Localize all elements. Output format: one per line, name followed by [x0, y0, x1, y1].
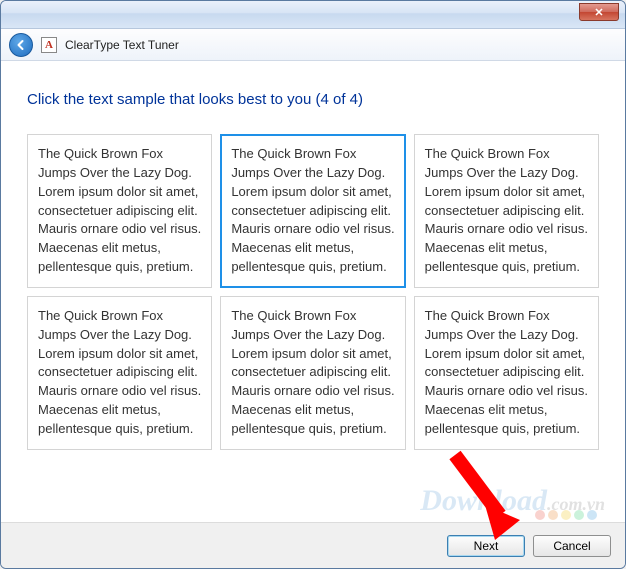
text-sample-3[interactable]: The Quick Brown Fox Jumps Over the Lazy … [414, 134, 599, 288]
cancel-button[interactable]: Cancel [533, 535, 611, 557]
content-area: Click the text sample that looks best to… [1, 61, 625, 522]
sample-text: The Quick Brown Fox Jumps Over the Lazy … [425, 308, 588, 436]
back-button[interactable] [9, 33, 33, 57]
footer-bar: Next Cancel [1, 522, 625, 568]
next-button-label: Next [474, 539, 499, 553]
text-sample-6[interactable]: The Quick Brown Fox Jumps Over the Lazy … [414, 296, 599, 450]
titlebar: ✕ [1, 1, 625, 29]
app-icon: A [41, 37, 57, 53]
instruction-text: Click the text sample that looks best to… [27, 91, 599, 108]
next-button[interactable]: Next [447, 535, 525, 557]
sample-text: The Quick Brown Fox Jumps Over the Lazy … [425, 146, 588, 274]
arrow-left-icon [15, 39, 27, 51]
text-sample-1[interactable]: The Quick Brown Fox Jumps Over the Lazy … [27, 134, 212, 288]
text-sample-4[interactable]: The Quick Brown Fox Jumps Over the Lazy … [27, 296, 212, 450]
sample-text: The Quick Brown Fox Jumps Over the Lazy … [231, 308, 394, 436]
sample-text: The Quick Brown Fox Jumps Over the Lazy … [38, 308, 201, 436]
app-title: ClearType Text Tuner [65, 38, 179, 52]
cleartype-wizard-window: ✕ A ClearType Text Tuner Click the text … [0, 0, 626, 569]
sample-text: The Quick Brown Fox Jumps Over the Lazy … [38, 146, 201, 274]
text-sample-5[interactable]: The Quick Brown Fox Jumps Over the Lazy … [220, 296, 405, 450]
close-icon: ✕ [594, 6, 603, 19]
header-bar: A ClearType Text Tuner [1, 29, 625, 61]
close-button[interactable]: ✕ [579, 3, 619, 21]
sample-text: The Quick Brown Fox Jumps Over the Lazy … [231, 146, 394, 274]
app-icon-letter: A [45, 39, 53, 51]
text-sample-2[interactable]: The Quick Brown Fox Jumps Over the Lazy … [220, 134, 405, 288]
sample-grid: The Quick Brown Fox Jumps Over the Lazy … [27, 134, 599, 450]
cancel-button-label: Cancel [553, 539, 590, 553]
